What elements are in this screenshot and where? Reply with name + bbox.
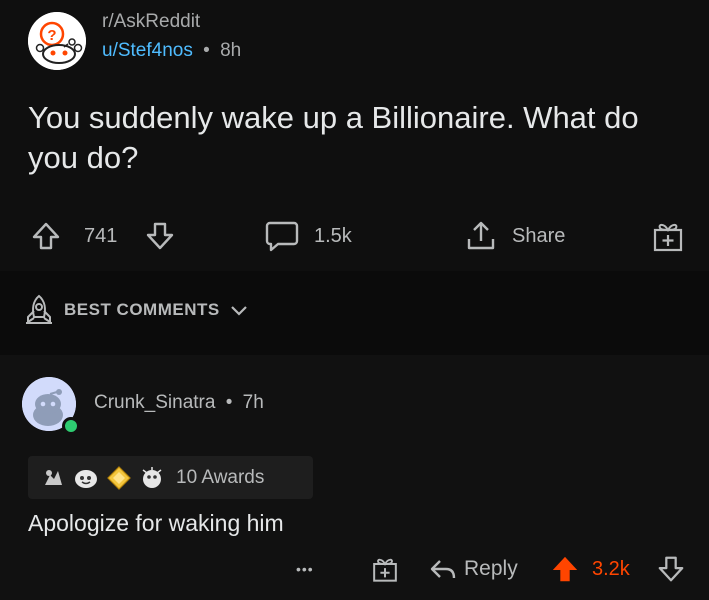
comment-age: 7h [242, 392, 264, 413]
meta-separator: • [203, 40, 210, 61]
awards-count: 10 Awards [176, 466, 265, 488]
sort-selector[interactable]: BEST COMMENTS [22, 293, 250, 327]
award-button[interactable] [650, 212, 686, 260]
reply-label: Reply [464, 557, 518, 580]
comment-upvote-button[interactable] [550, 545, 580, 593]
comment-count: 1.5k [314, 224, 352, 247]
gift-award-icon [373, 558, 397, 582]
awards-bar[interactable]: 10 Awards [28, 456, 313, 499]
share-label: Share [512, 224, 566, 247]
post-age: 8h [220, 40, 242, 61]
upvote-arrow-icon [32, 222, 60, 250]
subreddit-avatar[interactable]: ? [28, 12, 86, 70]
svg-text:?: ? [47, 27, 56, 44]
chevron-down-icon [230, 306, 247, 316]
comment-actions: ••• Reply 3.2k [0, 545, 709, 593]
silver-award-icon [139, 465, 165, 491]
comment-award-button[interactable] [370, 545, 400, 593]
more-options-button[interactable]: ••• [296, 545, 314, 593]
wholesome-award-icon [40, 465, 66, 491]
author-line: u/Stef4nos • 8h [102, 38, 241, 64]
comment-username[interactable]: Crunk_Sinatra [94, 392, 215, 413]
downvote-arrow-icon [146, 222, 174, 250]
comment-bubble-icon [265, 221, 299, 252]
meta-separator: • [225, 392, 233, 413]
gold-award-icon [106, 465, 132, 491]
post-meta: r/AskReddit u/Stef4nos • 8h [102, 10, 241, 64]
comment-body: Apologize for waking him [28, 510, 284, 536]
downvote-button[interactable] [144, 212, 176, 260]
gift-award-icon [653, 223, 683, 252]
comments-button[interactable]: 1.5k [264, 212, 352, 260]
comment-meta: Crunk_Sinatra • 7h [94, 392, 264, 414]
downvote-arrow-icon [658, 556, 684, 582]
upvote-arrow-icon [552, 556, 578, 582]
post-actions: 741 1.5k Share [0, 212, 709, 260]
online-status-dot [62, 417, 80, 435]
post-card: ? r/AskReddit u/Stef4nos • 8h You sudden… [0, 0, 709, 271]
comment-downvote-button[interactable] [656, 545, 686, 593]
reply-arrow-icon [430, 560, 456, 579]
post-author[interactable]: u/Stef4nos [102, 40, 193, 61]
sort-label: BEST COMMENTS [64, 300, 220, 319]
comment-score: 3.2k [592, 557, 630, 580]
post-vote-count: 741 [84, 224, 118, 247]
helpful-award-icon [73, 465, 99, 491]
share-button[interactable]: Share [464, 212, 565, 260]
subreddit-name[interactable]: r/AskReddit [102, 10, 241, 34]
post-title[interactable]: You suddenly wake up a Billionaire. What… [28, 98, 688, 178]
share-icon [467, 221, 495, 250]
reply-button[interactable]: Reply [428, 545, 518, 593]
rocket-icon [26, 294, 52, 324]
upvote-button[interactable] [30, 212, 62, 260]
